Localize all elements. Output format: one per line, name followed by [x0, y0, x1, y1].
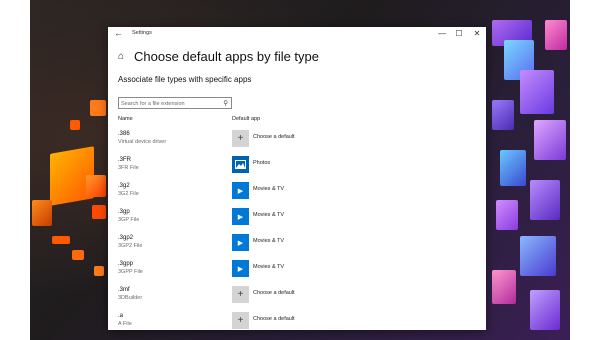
home-icon[interactable]: ⌂ — [118, 51, 124, 62]
file-description: 3G2 File — [118, 191, 139, 197]
settings-window: ← Settings — ☐ ✕ ⌂ Choose default apps b… — [108, 27, 486, 330]
section-heading: Associate file types with specific apps — [118, 75, 252, 84]
file-extension: .3FR — [118, 157, 132, 163]
file-description: 3GP File — [118, 217, 140, 223]
file-type-row: .3mf 3DBuilder + Choose a default — [108, 286, 486, 312]
page-title: Choose default apps by file type — [134, 49, 320, 64]
window-title: Settings — [132, 30, 152, 36]
default-app-button[interactable]: ▶ Movies & TV — [232, 208, 352, 226]
default-app-name: Choose a default — [253, 316, 295, 322]
search-icon[interactable]: ⚲ — [223, 99, 228, 107]
default-app-button[interactable]: ▶ Movies & TV — [232, 182, 352, 200]
wallpaper-block — [530, 290, 560, 330]
wallpaper-block — [545, 20, 567, 50]
photos-icon — [232, 156, 249, 173]
file-type-row: .a A File + Choose a default — [108, 312, 486, 330]
minimize-button[interactable]: — — [434, 28, 450, 39]
file-description: A File — [118, 321, 132, 327]
default-app-button[interactable]: + Choose a default — [232, 312, 352, 330]
wallpaper-block — [90, 100, 106, 116]
file-extension: .386 — [118, 131, 130, 137]
wallpaper-block — [70, 120, 80, 130]
wallpaper-block — [496, 200, 518, 230]
search-box[interactable]: ⚲ — [118, 97, 232, 109]
wallpaper-block — [520, 70, 554, 114]
plus-icon: + — [232, 286, 249, 303]
default-app-name: Movies & TV — [253, 212, 285, 218]
file-extension: .a — [118, 313, 124, 319]
file-type-row: .3gp2 3GP2 File ▶ Movies & TV — [108, 234, 486, 260]
file-description: Virtual device driver — [118, 139, 167, 145]
file-type-row: .386 Virtual device driver + Choose a de… — [108, 130, 486, 156]
file-extension: .3gpp — [118, 261, 134, 267]
play-icon: ▶ — [232, 260, 249, 277]
default-app-button[interactable]: + Choose a default — [232, 130, 352, 148]
file-description: 3GP2 File — [118, 243, 143, 249]
maximize-button[interactable]: ☐ — [451, 28, 467, 39]
file-description: 3GPP File — [118, 269, 143, 275]
file-description: 3DBuilder — [118, 295, 143, 301]
wallpaper-block — [534, 120, 566, 160]
wallpaper-block — [500, 150, 526, 186]
file-extension: .3gp — [118, 209, 130, 215]
wallpaper-block — [92, 205, 106, 219]
default-app-name: Movies & TV — [253, 264, 285, 270]
file-extension: .3g2 — [118, 183, 130, 189]
default-app-name: Choose a default — [253, 134, 295, 140]
wallpaper-block — [52, 236, 70, 244]
column-header-name: Name — [118, 116, 133, 122]
file-type-row: .3gp 3GP File ▶ Movies & TV — [108, 208, 486, 234]
plus-icon: + — [232, 130, 249, 147]
file-extension: .3mf — [118, 287, 130, 293]
wallpaper-block — [530, 180, 560, 220]
file-extension: .3gp2 — [118, 235, 134, 241]
wallpaper-block — [32, 200, 52, 226]
column-header-default-app: Default app — [232, 116, 261, 122]
default-app-button[interactable]: + Choose a default — [232, 286, 352, 304]
wallpaper-block — [492, 100, 514, 130]
file-description: 3FR File — [118, 165, 139, 171]
default-app-name: Movies & TV — [253, 238, 285, 244]
default-app-name: Movies & TV — [253, 186, 285, 192]
default-app-button[interactable]: ▶ Movies & TV — [232, 234, 352, 252]
wallpaper-block — [492, 270, 516, 304]
file-type-row: .3gpp 3GPP File ▶ Movies & TV — [108, 260, 486, 286]
default-app-name: Photos — [253, 160, 271, 166]
wallpaper-block — [86, 175, 106, 197]
default-app-button[interactable]: ▶ Movies & TV — [232, 260, 352, 278]
title-bar: ← Settings — ☐ ✕ — [108, 27, 486, 41]
file-type-row: .3FR 3FR File Photos — [108, 156, 486, 182]
search-input[interactable] — [121, 99, 217, 108]
back-arrow-icon[interactable]: ← — [114, 28, 123, 38]
wallpaper-block — [520, 236, 556, 276]
close-button[interactable]: ✕ — [469, 28, 485, 39]
default-app-button[interactable]: Photos — [232, 156, 352, 174]
play-icon: ▶ — [232, 234, 249, 251]
file-type-row: .3g2 3G2 File ▶ Movies & TV — [108, 182, 486, 208]
default-app-name: Choose a default — [253, 290, 295, 296]
plus-icon: + — [232, 312, 249, 329]
play-icon: ▶ — [232, 182, 249, 199]
wallpaper-block — [72, 250, 84, 260]
wallpaper-block — [94, 266, 104, 276]
play-icon: ▶ — [232, 208, 249, 225]
